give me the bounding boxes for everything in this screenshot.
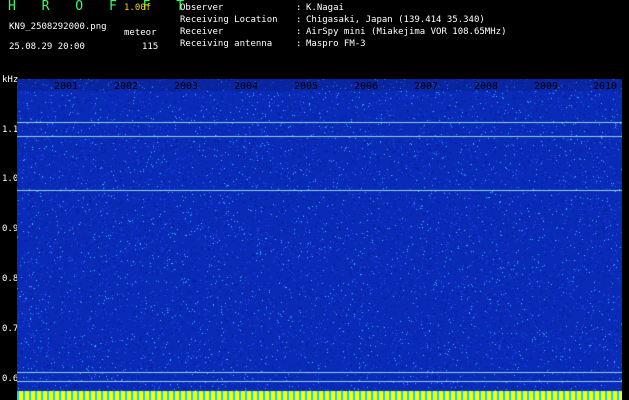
antenna-key: Receiving antenna <box>180 39 273 49</box>
x-tick-label: 2004 <box>234 81 259 92</box>
x-tick-label: 2003 <box>174 81 199 92</box>
observer-key: Observer <box>180 3 224 13</box>
location-key: Receiving Location <box>180 15 278 25</box>
receiver-sep: : <box>296 27 302 37</box>
app-title: H R O F F T <box>8 0 194 14</box>
meteor-count-value: 115 <box>142 42 159 52</box>
version-label: 1.00f <box>124 3 152 13</box>
spectrogram-canvas <box>17 79 622 400</box>
datetime-label: 25.08.29 20:00 <box>9 42 85 52</box>
x-tick-label: 2009 <box>534 81 559 92</box>
location-value: Chigasaki, Japan (139.414 35.340) <box>306 15 485 25</box>
observer-value: K.Nagai <box>306 3 344 13</box>
antenna-sep: : <box>296 39 302 49</box>
x-tick-label: 2007 <box>414 81 439 92</box>
x-tick-label: 2001 <box>54 81 79 92</box>
x-tick-label: 2005 <box>294 81 319 92</box>
y-tick-label: 0.7 <box>2 324 19 334</box>
y-tick-label: 1.0 <box>2 174 19 184</box>
filename-label: KN9_2508292000.png <box>9 22 107 32</box>
location-sep: : <box>296 15 302 25</box>
x-tick-label: 2006 <box>354 81 379 92</box>
receiver-value: AirSpy mini (Miakejima VOR 108.65MHz) <box>306 27 507 37</box>
receiver-key: Receiver <box>180 27 224 37</box>
x-tick-label: 2002 <box>114 81 139 92</box>
x-tick-label: 2010 <box>593 81 618 92</box>
y-tick-label: 1.1 <box>2 125 19 135</box>
x-tick-label: 2008 <box>474 81 499 92</box>
meteor-count-label: meteor <box>124 28 157 38</box>
y-axis-unit: kHz <box>2 75 19 85</box>
y-tick-label: 0.6 <box>2 374 19 384</box>
y-tick-label: 0.8 <box>2 274 19 284</box>
observer-sep: : <box>296 3 302 13</box>
antenna-value: Maspro FM-3 <box>306 39 366 49</box>
y-tick-label: 0.9 <box>2 224 19 234</box>
